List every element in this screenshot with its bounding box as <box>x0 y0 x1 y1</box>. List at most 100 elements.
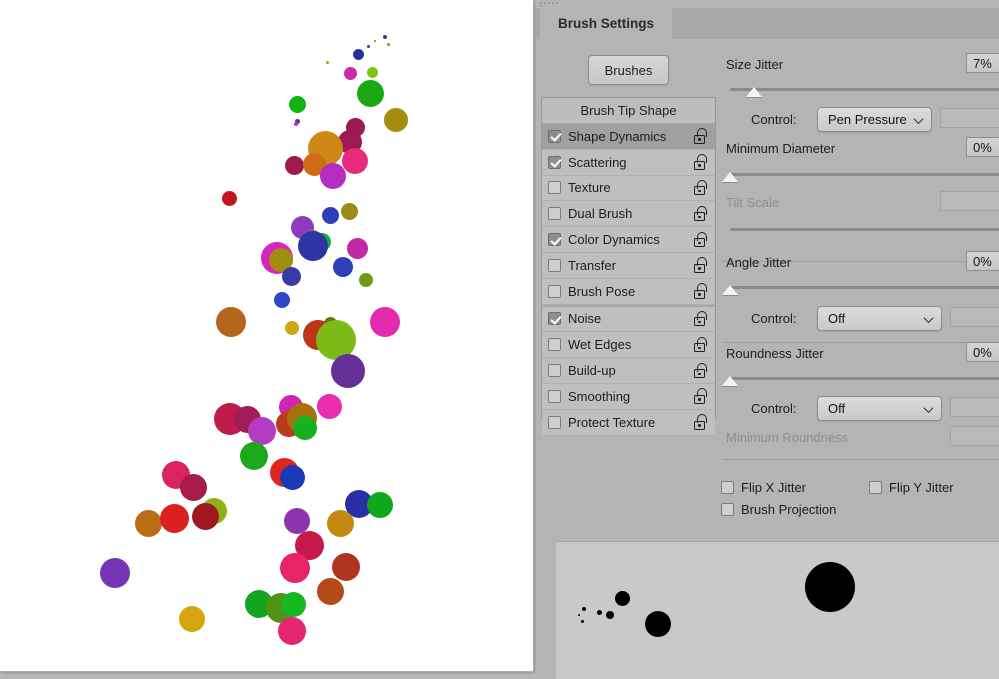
roundness-control-select[interactable]: Off <box>817 396 942 421</box>
option-row-protect-texture[interactable]: Protect Texture <box>542 409 715 436</box>
canvas-dot <box>288 95 306 113</box>
roundness-jitter-slider-thumb[interactable] <box>722 376 738 386</box>
minimum-diameter-slider-track[interactable] <box>730 173 999 176</box>
checkbox-icon[interactable] <box>548 233 561 247</box>
checkbox-icon[interactable] <box>548 389 561 403</box>
canvas-dot <box>332 553 360 581</box>
option-row-color-dynamics[interactable]: Color Dynamics <box>542 227 715 253</box>
option-label: Dual Brush <box>568 206 633 222</box>
canvas-dot <box>294 122 298 126</box>
option-row-noise[interactable]: Noise <box>542 304 715 333</box>
roundness-jitter-label: Roundness Jitter <box>726 346 824 361</box>
tab-brush-settings[interactable]: Brush Settings <box>540 8 673 39</box>
brush-tip-shape-header[interactable]: Brush Tip Shape <box>542 98 715 124</box>
unlocked-icon[interactable] <box>694 336 709 353</box>
angle-jitter-value[interactable]: 0% <box>966 251 999 271</box>
canvas-dot <box>386 42 390 46</box>
minimum-diameter-label: Minimum Diameter <box>726 141 836 156</box>
checkbox-icon[interactable] <box>548 207 561 221</box>
size-control-field[interactable] <box>940 108 999 128</box>
option-label: Build-up <box>568 363 616 379</box>
roundness-jitter-slider-track[interactable] <box>730 377 999 380</box>
canvas-dot <box>298 231 328 261</box>
angle-jitter-slider-track[interactable] <box>730 286 999 289</box>
canvas-dot <box>274 292 290 308</box>
canvas-dot <box>240 442 268 470</box>
angle-control-field[interactable] <box>950 307 999 327</box>
option-label: Scattering <box>568 154 627 170</box>
unlocked-icon[interactable] <box>694 257 709 273</box>
angle-control-select[interactable]: Off <box>817 306 942 331</box>
option-row-wet-edges[interactable]: Wet Edges <box>542 332 715 359</box>
canvas-dot <box>280 591 306 617</box>
tab-label: Brush Settings <box>558 16 655 31</box>
canvas-dot <box>248 417 276 445</box>
checkbox-icon[interactable] <box>548 181 561 195</box>
unlocked-icon[interactable] <box>694 179 709 196</box>
option-label: Protect Texture <box>568 414 656 430</box>
option-row-texture[interactable]: Texture <box>542 175 715 202</box>
checkbox-icon[interactable] <box>548 284 561 298</box>
canvas-dot <box>366 44 370 48</box>
angle-control-label: Control: <box>751 311 797 326</box>
roundness-jitter-value[interactable]: 0% <box>966 342 999 362</box>
option-row-shape-dynamics[interactable]: Shape Dynamics <box>542 124 715 150</box>
size-jitter-value[interactable]: 7% <box>966 53 999 73</box>
unlocked-icon[interactable] <box>694 388 709 404</box>
unlocked-icon[interactable] <box>694 362 709 379</box>
brushes-button[interactable]: Brushes <box>588 55 669 85</box>
flip-y-jitter-checkbox[interactable]: Flip Y Jitter <box>869 480 954 495</box>
flip-x-jitter-checkbox[interactable]: Flip X Jitter <box>721 480 806 495</box>
unlocked-icon[interactable] <box>694 310 709 327</box>
checkbox-icon[interactable] <box>548 258 561 272</box>
document-canvas[interactable] <box>0 0 534 672</box>
option-label: Wet Edges <box>568 337 632 353</box>
canvas-dot <box>383 35 387 39</box>
unlocked-icon[interactable] <box>694 128 709 144</box>
angle-jitter-label: Angle Jitter <box>726 255 792 270</box>
list-header-label: Brush Tip Shape <box>580 103 677 118</box>
option-row-transfer[interactable]: Transfer <box>542 252 715 279</box>
option-row-smoothing[interactable]: Smoothing <box>542 383 715 410</box>
canvas-dot <box>340 202 358 220</box>
checkbox-icon <box>721 503 734 516</box>
drag-grip-icon[interactable] <box>540 1 562 8</box>
option-label: Brush Pose <box>568 283 636 299</box>
checkbox-icon[interactable] <box>548 312 561 326</box>
size-jitter-slider-thumb[interactable] <box>746 87 762 97</box>
roundness-control-value: Off <box>828 401 846 416</box>
preview-dot <box>606 611 614 619</box>
unlocked-icon[interactable] <box>694 414 709 430</box>
canvas-dot <box>326 509 354 537</box>
minimum-diameter-value[interactable]: 0% <box>966 137 999 157</box>
option-row-build-up[interactable]: Build-up <box>542 358 715 384</box>
unlocked-icon[interactable] <box>694 283 709 299</box>
flip-y-jitter-label: Flip Y Jitter <box>889 480 954 495</box>
checkbox-icon[interactable] <box>548 129 561 143</box>
option-row-dual-brush[interactable]: Dual Brush <box>542 201 715 228</box>
unlocked-icon[interactable] <box>694 154 709 170</box>
angle-jitter-slider-thumb[interactable] <box>722 285 738 295</box>
checkbox-icon[interactable] <box>548 364 561 378</box>
option-row-brush-pose[interactable]: Brush Pose <box>542 278 715 305</box>
unlocked-icon[interactable] <box>694 231 709 248</box>
option-label: Noise <box>568 311 602 327</box>
size-control-select[interactable]: Pen Pressure <box>817 107 932 132</box>
canvas-dot <box>321 206 339 224</box>
checkbox-icon[interactable] <box>548 155 561 169</box>
canvas-dot <box>280 553 310 583</box>
unlocked-icon[interactable] <box>694 205 709 222</box>
brush-projection-checkbox[interactable]: Brush Projection <box>721 502 836 517</box>
roundness-control-field[interactable] <box>950 397 999 417</box>
canvas-dot <box>285 321 299 335</box>
checkbox-icon <box>869 481 882 494</box>
minimum-roundness-value <box>950 426 999 446</box>
app-root: Brush Settings Brushes Brush Tip Shape S… <box>0 0 999 679</box>
minimum-diameter-slider-thumb[interactable] <box>722 172 738 182</box>
size-jitter-slider-track[interactable] <box>730 88 999 91</box>
checkbox-icon[interactable] <box>548 415 561 429</box>
brush-option-list: Brush Tip Shape Shape Dynamics Scattering… <box>541 97 716 436</box>
flip-x-jitter-label: Flip X Jitter <box>741 480 807 495</box>
option-row-scattering[interactable]: Scattering <box>542 149 715 176</box>
checkbox-icon[interactable] <box>548 338 561 352</box>
